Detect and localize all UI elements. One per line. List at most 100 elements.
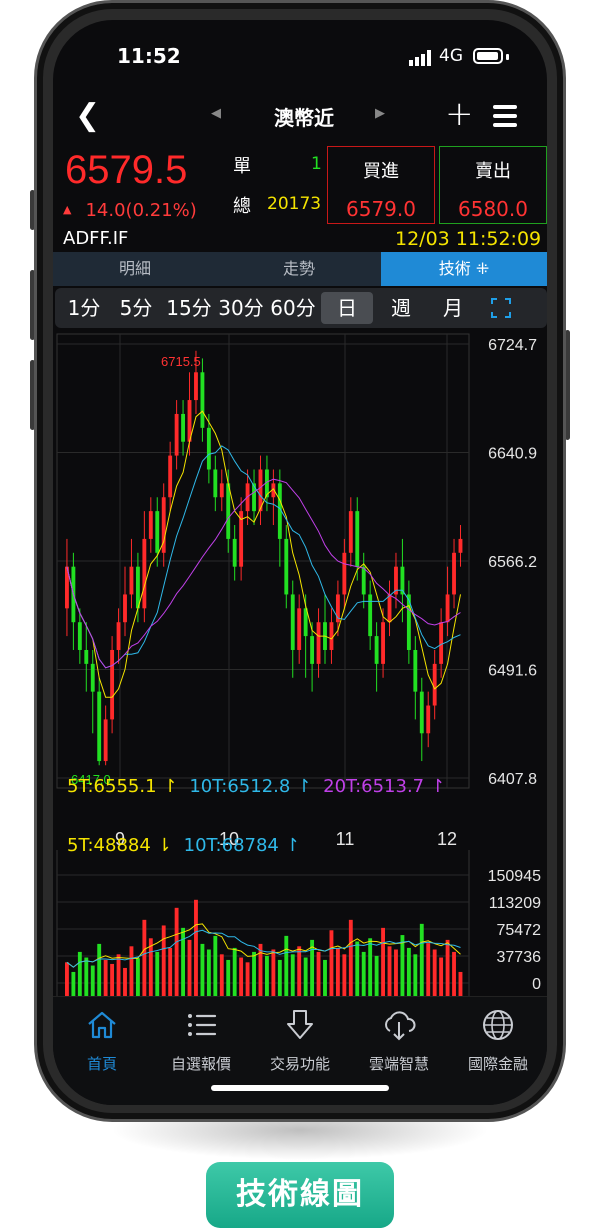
candle-body bbox=[213, 469, 218, 498]
candle-body bbox=[232, 538, 237, 567]
nav-trade[interactable]: 交易功能 bbox=[251, 1007, 349, 1074]
candle-body bbox=[200, 372, 205, 428]
last-price: 6579.5 bbox=[65, 148, 188, 192]
volume-bar bbox=[406, 947, 411, 996]
symbol-code: ADFF.IF bbox=[63, 228, 129, 249]
candle-body bbox=[348, 511, 353, 553]
volume-bar bbox=[226, 959, 231, 996]
candle-body bbox=[297, 608, 302, 650]
candle-body bbox=[97, 691, 102, 762]
ma-line bbox=[66, 445, 461, 669]
volume-bar bbox=[110, 963, 115, 996]
candle-body bbox=[155, 511, 160, 553]
candle-body bbox=[432, 663, 437, 706]
ma20-label: 20T:6513.7 bbox=[323, 776, 425, 797]
fullscreen-icon[interactable] bbox=[491, 298, 511, 318]
volume-bar bbox=[368, 938, 373, 996]
candle-body bbox=[413, 649, 418, 692]
nav-global[interactable]: 國際金融 bbox=[449, 1007, 547, 1074]
period-week[interactable]: 週 bbox=[375, 292, 427, 324]
moving-average-lines bbox=[66, 410, 461, 698]
period-day[interactable]: 日 bbox=[321, 292, 373, 324]
x-tick-label: 12 bbox=[437, 829, 457, 849]
candle-body bbox=[426, 705, 431, 734]
buy-button[interactable]: 買進 6579.0 bbox=[327, 146, 435, 224]
period-5min[interactable]: 5分 bbox=[111, 292, 161, 324]
plus-icon[interactable]: + bbox=[445, 94, 474, 134]
volume-bar bbox=[200, 943, 205, 996]
candle-body bbox=[361, 566, 366, 595]
nav-trade-label: 交易功能 bbox=[269, 1055, 330, 1073]
ma5-label: 5T:6555.1 bbox=[67, 776, 157, 797]
candle-body bbox=[342, 552, 347, 595]
buy-price: 6579.0 bbox=[346, 197, 416, 221]
technical-chart[interactable]: 6724.76640.96566.26491.66407.89 10 11 12671… bbox=[53, 328, 547, 996]
candle-body bbox=[381, 622, 385, 664]
tab-technical[interactable]: 技術 ⁜ bbox=[381, 252, 547, 286]
volume-bar bbox=[174, 907, 179, 996]
nav-cloud-label: 雲端智慧 bbox=[368, 1055, 429, 1073]
tab-detail[interactable]: 明細 bbox=[53, 252, 217, 286]
trade-arrow-icon bbox=[287, 1010, 313, 1039]
tab-trend[interactable]: 走勢 bbox=[217, 252, 381, 286]
single-volume: 1 bbox=[311, 154, 322, 174]
total-volume: 20173 bbox=[267, 194, 322, 214]
nav-global-label: 國際金融 bbox=[467, 1055, 528, 1073]
volume-bar bbox=[277, 959, 282, 996]
volume-bar bbox=[348, 919, 353, 996]
volume-bar bbox=[342, 954, 347, 996]
back-icon[interactable]: ❮ bbox=[75, 98, 100, 133]
up-triangle-icon: ▲ bbox=[63, 203, 72, 216]
volume-bar bbox=[284, 935, 289, 996]
volume-bar bbox=[458, 971, 463, 996]
y-tick-label: 6491.6 bbox=[488, 663, 537, 680]
feature-caption: 技術線圖 bbox=[206, 1162, 394, 1228]
volume-bar bbox=[303, 957, 308, 996]
candle-body bbox=[129, 566, 134, 595]
period-15min[interactable]: 15分 bbox=[163, 292, 215, 324]
candle-body bbox=[148, 511, 153, 539]
volume-bar bbox=[316, 951, 321, 996]
price-ma-legend: 5T:6555.1 ↾ 10T:6512.8 ↾ 20T:6513.7 ↾ bbox=[67, 776, 451, 797]
app-screen: 11:52 4G ❮ ◀ 澳幣近 ▶ + 6579.5 ▲ 14.0(0.21%) bbox=[53, 20, 547, 1105]
ma-arrow-icon: ↾ bbox=[430, 776, 446, 797]
volume-bar bbox=[355, 941, 360, 996]
volume-bar bbox=[439, 957, 444, 996]
volume-bar bbox=[432, 949, 437, 996]
volume-bar bbox=[297, 946, 302, 996]
nav-watchlist[interactable]: 自選報價 bbox=[152, 1007, 250, 1074]
quote-datetime: 12/03 11:52:09 bbox=[395, 228, 542, 250]
prev-symbol-icon[interactable]: ◀ bbox=[211, 106, 221, 121]
candle-body bbox=[181, 413, 185, 442]
home-icon bbox=[88, 1011, 116, 1039]
period-60min[interactable]: 60分 bbox=[267, 292, 319, 324]
volume-bar bbox=[239, 957, 244, 996]
period-month[interactable]: 月 bbox=[427, 292, 479, 324]
period-selector: 1分 5分 15分 30分 60分 日 週 月 bbox=[55, 288, 547, 328]
volume-bar bbox=[452, 951, 456, 996]
volume-bar bbox=[187, 939, 192, 996]
sell-price: 6580.0 bbox=[458, 197, 528, 221]
vol-ma10-label: 10T:68784 bbox=[183, 835, 279, 856]
nav-bar: ❮ ◀ 澳幣近 ▶ + bbox=[53, 92, 547, 142]
buy-label: 買進 bbox=[363, 161, 399, 182]
candle-body bbox=[77, 622, 82, 650]
volume-bar bbox=[381, 927, 385, 996]
volume-bar bbox=[90, 965, 95, 996]
globe-icon bbox=[483, 1010, 513, 1040]
volume-bar bbox=[97, 943, 102, 996]
volume-tick-label: 37736 bbox=[497, 949, 542, 966]
volume-bar bbox=[155, 951, 160, 996]
hamburger-icon[interactable] bbox=[493, 105, 517, 132]
network-type: 4G bbox=[439, 46, 463, 66]
volume-ma-legend: 5T:48884 ⇂ 10T:68784 ↾ bbox=[67, 835, 306, 856]
candle-body bbox=[374, 636, 379, 664]
sell-button[interactable]: 賣出 6580.0 bbox=[439, 146, 547, 224]
nav-home[interactable]: 首頁 bbox=[53, 1007, 151, 1074]
volume-bar bbox=[245, 962, 250, 996]
period-30min[interactable]: 30分 bbox=[215, 292, 267, 324]
next-symbol-icon[interactable]: ▶ bbox=[375, 106, 385, 121]
period-1min[interactable]: 1分 bbox=[59, 292, 109, 324]
nav-cloud[interactable]: 雲端智慧 bbox=[350, 1007, 448, 1074]
volume-bar bbox=[329, 930, 334, 996]
